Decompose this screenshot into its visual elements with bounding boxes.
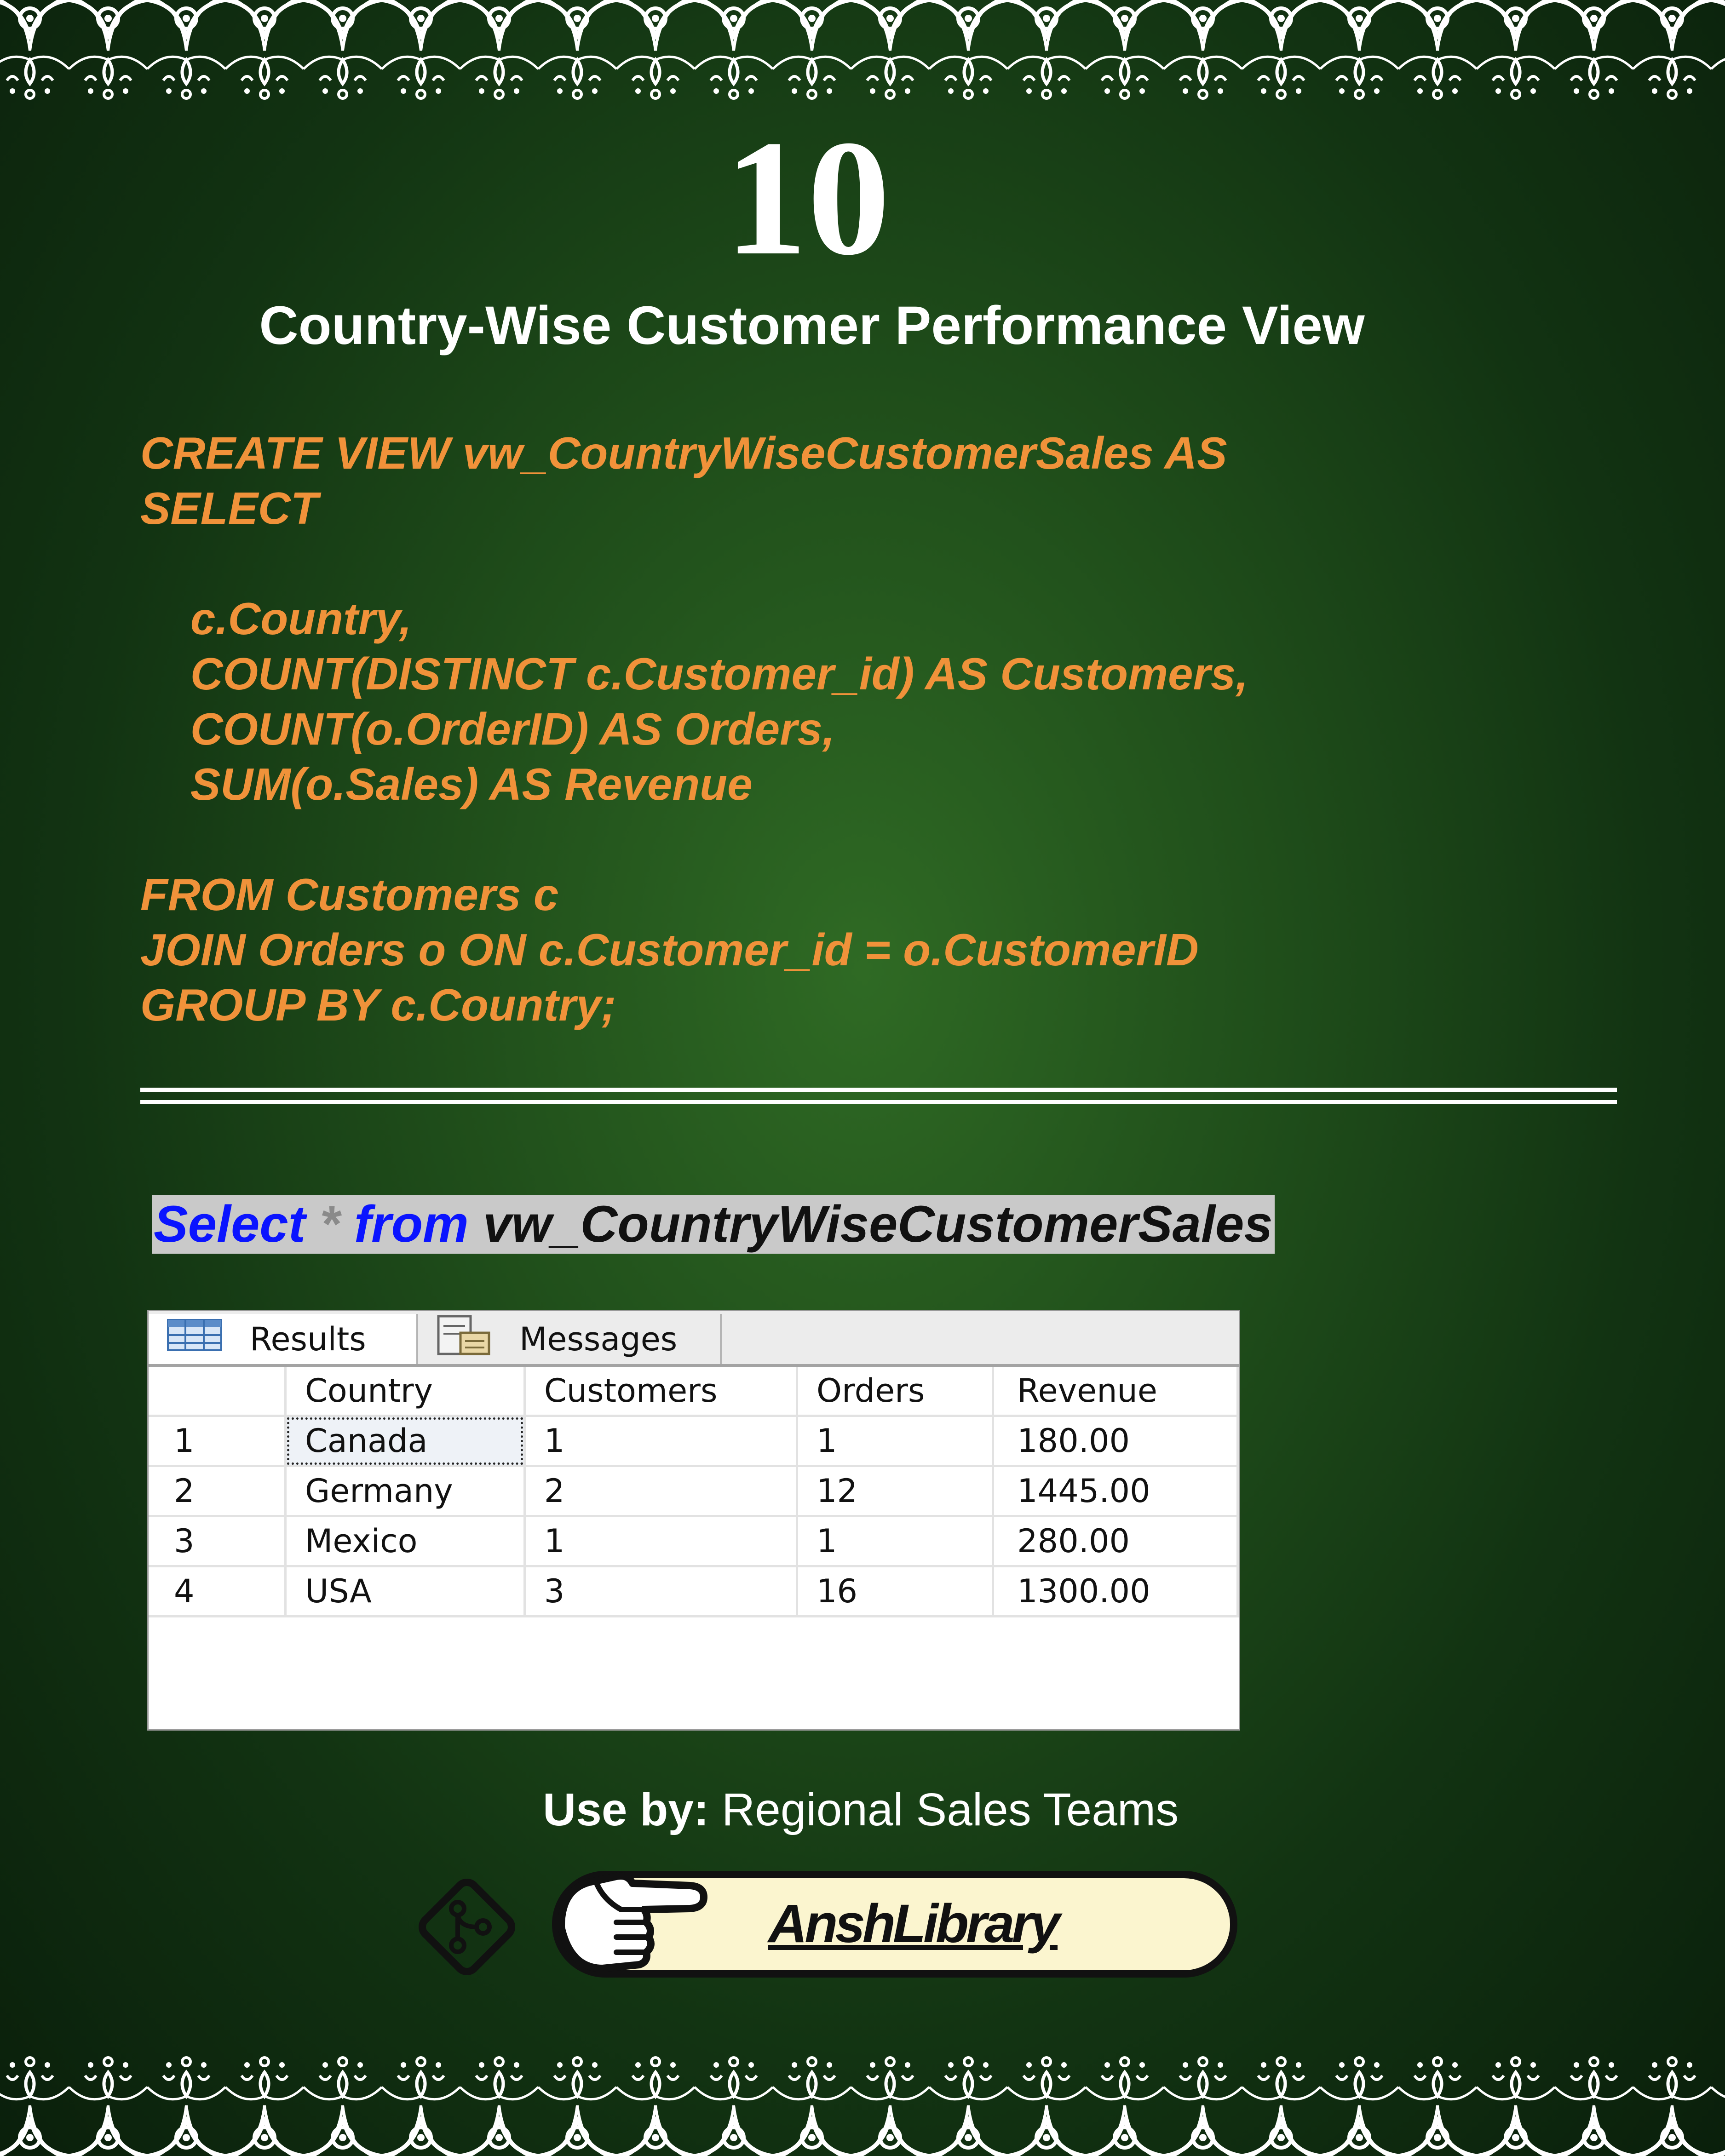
mandala-pattern-icon xyxy=(0,2041,1725,2156)
results-panel: Results Messages Country Customers Order… xyxy=(147,1310,1240,1731)
row-number[interactable]: 3 xyxy=(149,1516,287,1567)
tab-messages[interactable]: Messages xyxy=(418,1314,722,1364)
cell-country[interactable]: Canada xyxy=(285,1416,526,1467)
row-number[interactable]: 4 xyxy=(149,1566,287,1617)
cell-revenue[interactable]: 180.00 xyxy=(993,1416,1239,1467)
cell-orders[interactable]: 1 xyxy=(797,1416,995,1467)
results-tabs: Results Messages xyxy=(149,1311,1239,1367)
select-keyword: Select xyxy=(154,1195,305,1253)
divider xyxy=(140,1088,1617,1124)
cell-customers[interactable]: 1 xyxy=(524,1416,799,1467)
column-header-orders[interactable]: Orders xyxy=(797,1367,995,1417)
page-number: 10 xyxy=(724,106,890,289)
library-name[interactable]: AnshLibrary xyxy=(768,1892,1060,1955)
cell-orders[interactable]: 1 xyxy=(797,1516,995,1567)
ornamental-border-bottom xyxy=(0,2041,1725,2156)
table-row: 2 Germany 2 12 1445.00 xyxy=(149,1466,1239,1517)
share-icon[interactable] xyxy=(409,1869,524,1984)
tab-results-label: Results xyxy=(250,1320,366,1358)
table-row: 3 Mexico 1 1 280.00 xyxy=(149,1516,1239,1567)
sql-code-block: CREATE VIEW vw_CountryWiseCustomerSales … xyxy=(140,428,1248,1030)
cell-revenue[interactable]: 1300.00 xyxy=(993,1566,1239,1617)
table-row: 4 USA 3 16 1300.00 xyxy=(149,1566,1239,1617)
usage-value: Regional Sales Teams xyxy=(722,1784,1179,1835)
row-number[interactable]: 1 xyxy=(149,1416,287,1467)
cell-country[interactable]: Germany xyxy=(285,1466,526,1517)
tab-messages-label: Messages xyxy=(519,1320,678,1358)
column-header-customers[interactable]: Customers xyxy=(524,1367,799,1417)
select-query[interactable]: Select * from vw_CountryWiseCustomerSale… xyxy=(152,1195,1275,1254)
cell-revenue[interactable]: 280.00 xyxy=(993,1516,1239,1567)
column-header-rownum xyxy=(149,1367,287,1417)
cell-country[interactable]: Mexico xyxy=(285,1516,526,1567)
view-name: vw_CountryWiseCustomerSales xyxy=(483,1195,1273,1253)
cell-customers[interactable]: 3 xyxy=(524,1566,799,1617)
star-wildcard: * xyxy=(320,1195,340,1253)
page-title: Country-Wise Customer Performance View xyxy=(259,295,1365,356)
column-header-country[interactable]: Country xyxy=(285,1367,526,1417)
grid-header-row: Country Customers Orders Revenue xyxy=(149,1367,1239,1417)
tab-results[interactable]: Results xyxy=(149,1314,418,1364)
cell-revenue[interactable]: 1445.00 xyxy=(993,1466,1239,1517)
row-number[interactable]: 2 xyxy=(149,1466,287,1517)
mandala-pattern-icon xyxy=(0,0,1725,115)
grid-icon xyxy=(167,1319,223,1359)
usage-line: Use by: Regional Sales Teams xyxy=(543,1783,1179,1836)
usage-label: Use by: xyxy=(543,1784,709,1835)
cell-customers[interactable]: 2 xyxy=(524,1466,799,1517)
cell-country[interactable]: USA xyxy=(285,1566,526,1617)
column-header-revenue[interactable]: Revenue xyxy=(993,1367,1239,1417)
from-keyword: from xyxy=(354,1195,469,1253)
cell-orders[interactable]: 16 xyxy=(797,1566,995,1617)
cell-customers[interactable]: 1 xyxy=(524,1516,799,1567)
table-row: 1 Canada 1 1 180.00 xyxy=(149,1416,1239,1467)
messages-icon xyxy=(437,1314,492,1364)
pointing-hand-icon xyxy=(552,1858,708,1987)
cell-orders[interactable]: 12 xyxy=(797,1466,995,1517)
results-grid: Country Customers Orders Revenue 1 Canad… xyxy=(149,1367,1239,1617)
ornamental-border-top xyxy=(0,0,1725,115)
